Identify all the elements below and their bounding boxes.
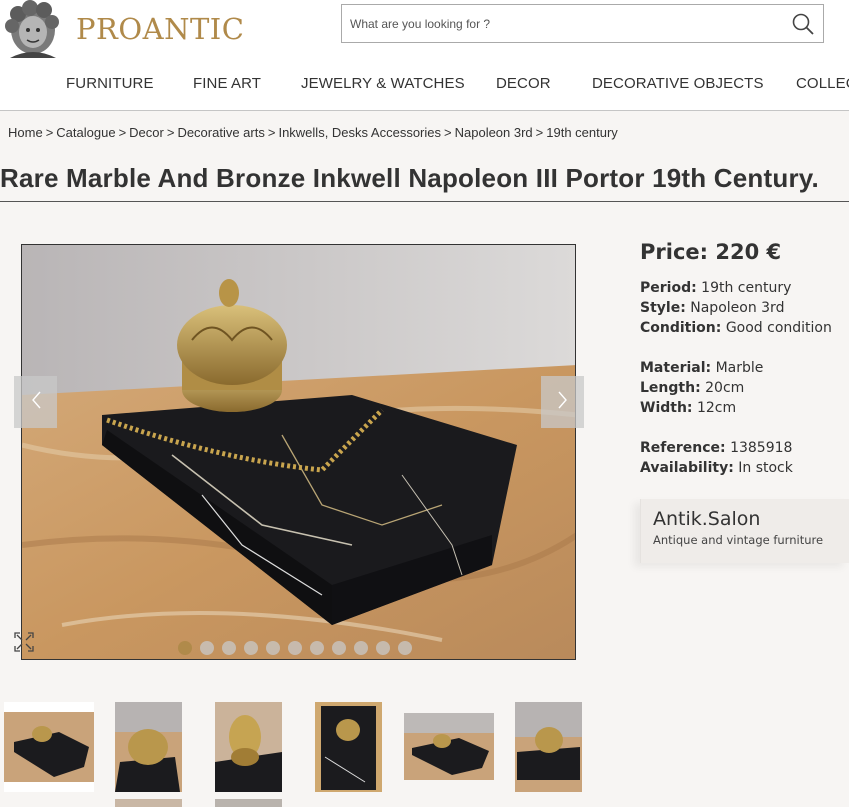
page-title: Rare Marble And Bronze Inkwell Napoleon … bbox=[0, 163, 819, 193]
breadcrumb-item-decor[interactable]: Decor bbox=[129, 125, 164, 140]
title-divider bbox=[0, 201, 849, 202]
spec-row-condition: Condition: Good condition bbox=[640, 320, 832, 336]
breadcrumb-item-napoleon-3rd[interactable]: Napoleon 3rd bbox=[455, 125, 533, 140]
search-icon[interactable] bbox=[791, 12, 815, 36]
gallery-dot[interactable] bbox=[244, 641, 258, 655]
thumbnail-image[interactable] bbox=[315, 702, 382, 792]
breadcrumb: Home > Catalogue > Decor > Decorative arts > Ink… bbox=[8, 125, 618, 140]
nav-item-jewelry-watches[interactable]: JEWELRY & WATCHES bbox=[301, 75, 465, 92]
search-box bbox=[341, 4, 824, 43]
nav-item-furniture[interactable]: FURNITURE bbox=[66, 75, 154, 92]
product-price: Price: 220 € bbox=[640, 240, 782, 264]
gallery-next-button[interactable] bbox=[541, 376, 584, 428]
breadcrumb-item-inkwells[interactable]: Inkwells, Desks Accessories bbox=[278, 125, 441, 140]
chevron-left-icon bbox=[30, 390, 42, 414]
nav-item-decorative-objects[interactable]: DECORATIVE OBJECTS bbox=[592, 75, 764, 92]
site-header: PROANTIC bbox=[0, 0, 849, 60]
spec-row-availability: Availability: In stock bbox=[640, 460, 793, 476]
gallery-dot[interactable] bbox=[222, 641, 236, 655]
seller-description: Antique and vintage furniture bbox=[653, 533, 824, 547]
gallery-dot[interactable] bbox=[376, 641, 390, 655]
chevron-right-icon bbox=[557, 390, 569, 414]
spec-row-reference: Reference: 1385918 bbox=[640, 440, 793, 456]
breadcrumb-item-decorative-arts[interactable]: Decorative arts bbox=[177, 125, 264, 140]
gallery-dot[interactable] bbox=[332, 641, 346, 655]
expand-icon[interactable] bbox=[14, 632, 34, 652]
gallery-dot[interactable] bbox=[288, 641, 302, 655]
thumbnail-image[interactable] bbox=[404, 713, 494, 780]
gallery-dot[interactable] bbox=[178, 641, 192, 655]
spec-row-width: Width: 12cm bbox=[640, 400, 737, 416]
thumbnail-image[interactable] bbox=[515, 702, 582, 792]
spec-row-period: Period: 19th century bbox=[640, 280, 792, 296]
breadcrumb-item-catalogue[interactable]: Catalogue bbox=[56, 125, 115, 140]
thumbnail-image[interactable] bbox=[4, 702, 94, 792]
nav-item-fine-art[interactable]: FINE ART bbox=[193, 75, 261, 92]
spec-row-style: Style: Napoleon 3rd bbox=[640, 300, 785, 316]
breadcrumb-item-home[interactable]: Home bbox=[8, 125, 43, 140]
spec-row-length: Length: 20cm bbox=[640, 380, 745, 396]
thumbnail-image[interactable] bbox=[115, 799, 182, 807]
seller-card[interactable]: Antik.Salon Antique and vintage furnitur… bbox=[640, 499, 849, 563]
main-product-image[interactable] bbox=[21, 244, 576, 660]
main-nav: FURNITURE FINE ART JEWELRY & WATCHES DEC… bbox=[0, 60, 849, 111]
gallery-dot[interactable] bbox=[266, 641, 280, 655]
spec-row-material: Material: Marble bbox=[640, 360, 764, 376]
thumbnail-image[interactable] bbox=[115, 702, 182, 792]
breadcrumb-item-19th-century[interactable]: 19th century bbox=[546, 125, 618, 140]
gallery-dot[interactable] bbox=[354, 641, 368, 655]
logo-text: PROANTIC bbox=[76, 12, 245, 46]
thumbnail-image[interactable] bbox=[215, 702, 282, 792]
thumbnail-image[interactable] bbox=[215, 799, 282, 807]
search-input[interactable] bbox=[342, 5, 782, 42]
gallery-dot[interactable] bbox=[200, 641, 214, 655]
nav-item-decor[interactable]: DECOR bbox=[496, 75, 551, 92]
product-specs: Period: 19th century Style: Napoleon 3rd… bbox=[640, 278, 832, 478]
gallery-pagination bbox=[178, 641, 412, 655]
gallery-dot[interactable] bbox=[398, 641, 412, 655]
logo[interactable]: PROANTIC bbox=[0, 0, 250, 58]
nav-item-collectibles[interactable]: COLLEC bbox=[796, 75, 849, 92]
seller-name[interactable]: Antik.Salon bbox=[653, 508, 760, 530]
logo-bust-icon bbox=[0, 0, 66, 58]
gallery-prev-button[interactable] bbox=[14, 376, 57, 428]
gallery-dot[interactable] bbox=[310, 641, 324, 655]
